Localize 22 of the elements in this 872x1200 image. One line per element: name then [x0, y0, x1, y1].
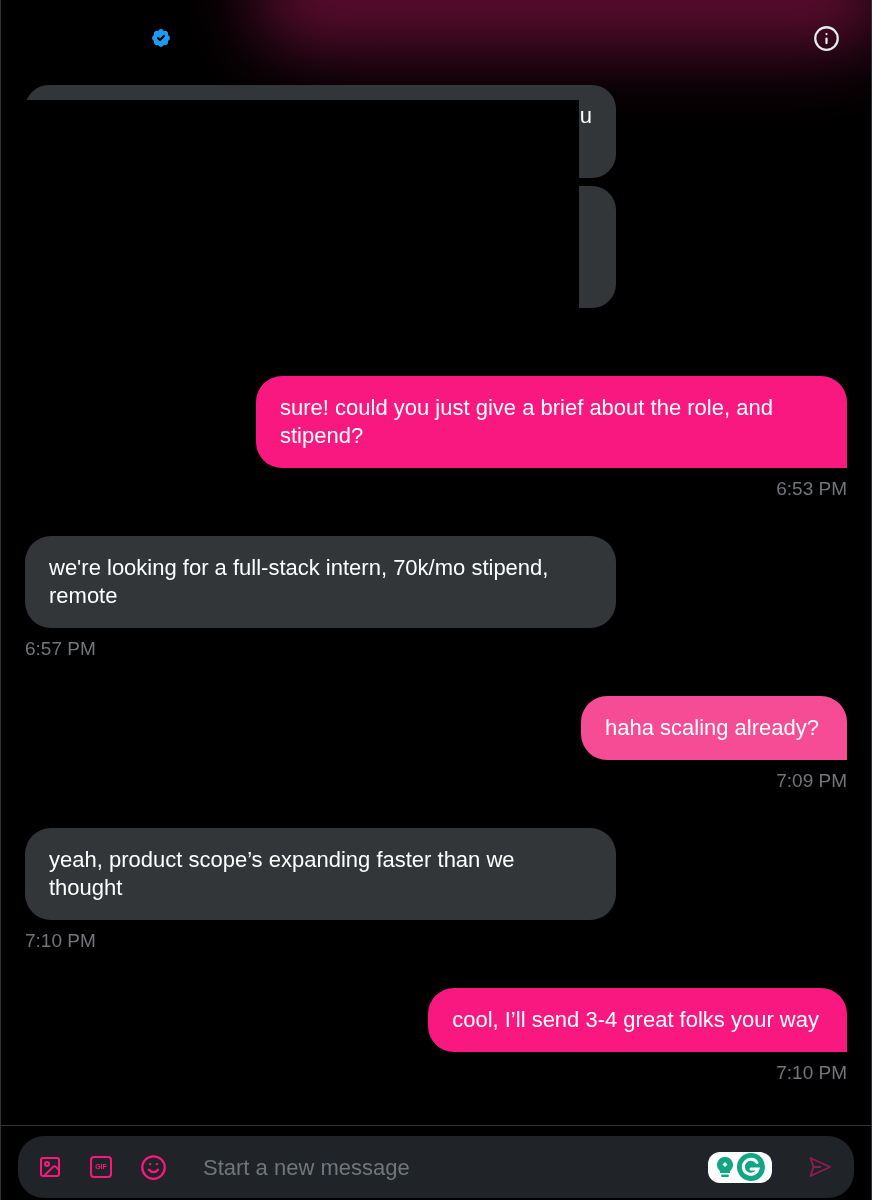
message-time: 7:10 PM — [776, 1063, 847, 1083]
send-icon — [808, 1155, 832, 1179]
message-time: 7:09 PM — [776, 771, 847, 791]
info-button[interactable] — [813, 24, 840, 52]
writing-assistant-widget[interactable] — [708, 1151, 772, 1183]
message-bubble: sure! could you just give a brief about the role, and stipend? — [256, 376, 847, 468]
emoji-button[interactable] — [140, 1153, 167, 1181]
message-bubble: cool, I’ll send 3-4 great folks your way — [428, 988, 847, 1052]
message-bubble: we're looking for a full-stack intern, 70k/mo stipend, remote — [25, 536, 616, 628]
message-bubble: haha scaling already? — [580, 696, 847, 760]
lightbulb-icon — [715, 1156, 734, 1178]
info-icon — [813, 24, 840, 52]
message-input[interactable]: Start a new message — [203, 1150, 708, 1184]
message-time: 7:10 PM — [25, 931, 96, 951]
emoji-icon — [140, 1153, 167, 1181]
image-icon — [38, 1155, 62, 1179]
logo-icon — [736, 1153, 765, 1181]
message-time: 6:53 PM — [776, 479, 847, 499]
message-fragment: u — [579, 102, 592, 130]
image-button[interactable] — [38, 1155, 62, 1179]
message-time: 6:57 PM — [25, 639, 96, 659]
message-bubble: yeah, product scope’s expanding faster than we thought — [25, 828, 616, 920]
